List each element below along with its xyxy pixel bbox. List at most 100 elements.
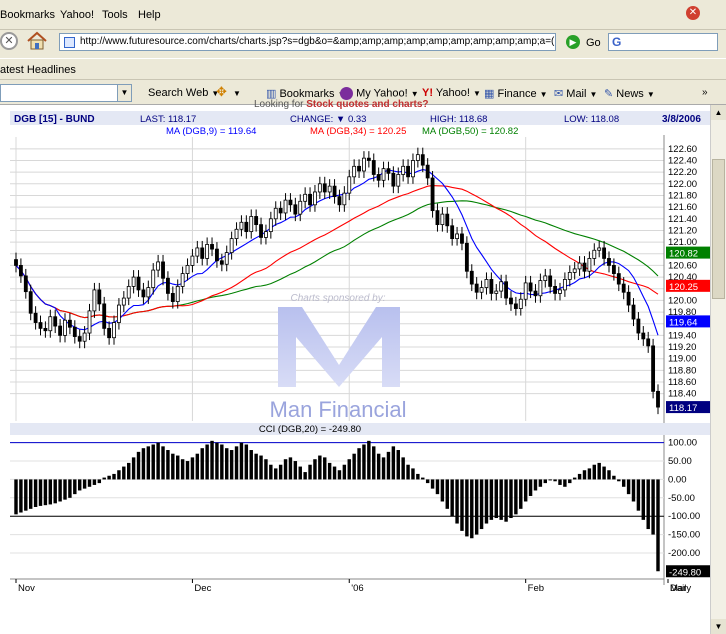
last-value: LAST: 118.17 (140, 114, 196, 125)
cci-tick-label: -50.00 (668, 493, 695, 504)
cci-bar (489, 479, 494, 520)
candle (543, 268, 548, 288)
mail-button[interactable]: ✉ Mail ▼ (554, 87, 597, 100)
candle-body-up (499, 281, 504, 292)
stop-icon[interactable]: ✕ (0, 32, 18, 50)
candle-body-up (352, 165, 357, 178)
candle (567, 265, 572, 287)
candle (479, 280, 484, 300)
candle-body-down (651, 345, 656, 392)
candle-body-up (146, 287, 151, 298)
cci-bar (298, 466, 302, 480)
cci-plot (14, 440, 660, 572)
candle-body-down (102, 303, 107, 329)
scroll-up-icon[interactable]: ▲ (711, 105, 726, 120)
cci-bar (28, 479, 33, 509)
candle (28, 284, 33, 321)
google-search-input[interactable]: G (608, 33, 718, 51)
candle-body-up (249, 216, 254, 233)
go-button[interactable]: Go (586, 37, 601, 49)
candle (362, 151, 366, 178)
url-text: http://www.futuresource.com/charts/chart… (80, 36, 555, 47)
candle (23, 268, 28, 299)
close-window-icon[interactable]: ✕ (686, 6, 700, 20)
candle-body-up (205, 244, 210, 259)
cci-bar (274, 468, 278, 480)
finance-button[interactable]: ▦ Finance ▼ (484, 87, 548, 100)
ma34-label: MA (DGB,34) = 120.25 (310, 126, 406, 137)
vertical-scrollbar[interactable]: ▲ ▼ (710, 105, 726, 634)
sponsor-text: Charts sponsored by: (290, 293, 385, 304)
cci-bar (337, 470, 342, 480)
menu-help[interactable]: Help (138, 9, 161, 21)
scroll-down-icon[interactable]: ▼ (711, 619, 726, 634)
cci-tick-label: -100.00 (668, 511, 700, 522)
candle-body-up (303, 193, 308, 202)
candle (161, 254, 165, 286)
candle (352, 159, 357, 184)
search-web-button[interactable]: Search Web ▼ (148, 87, 219, 99)
menu-tools[interactable]: Tools (102, 9, 128, 21)
compass-icon[interactable]: ✥ (216, 84, 227, 100)
candle-body-down (548, 275, 553, 287)
candle-body-down (464, 242, 469, 272)
cci-bar (156, 442, 160, 480)
cci-bar (205, 444, 209, 480)
ma9-label: MA (DGB,9) = 119.64 (166, 126, 256, 137)
news-icon: ✎ (604, 88, 614, 100)
cci-bar (528, 479, 533, 496)
cci-bar (176, 455, 180, 480)
cci-bar (342, 464, 347, 480)
candle-body-down (621, 283, 626, 293)
go-arrow-icon[interactable]: ▶ (566, 35, 580, 49)
candle-body-down (136, 276, 141, 291)
news-button[interactable]: ✎ News ▼ (604, 87, 655, 100)
candle-body-up (577, 262, 582, 270)
candle (87, 303, 92, 341)
cci-bar (533, 479, 538, 491)
yahoo-search-input[interactable]: ▼ (0, 84, 132, 102)
mail-label: Mail (566, 88, 587, 100)
cci-bar (445, 479, 449, 509)
cci-bar (97, 479, 102, 484)
candle (254, 209, 259, 232)
home-icon[interactable] (26, 31, 48, 51)
candle-body-up (558, 289, 562, 294)
cci-bar (264, 459, 268, 480)
menu-yahoo[interactable]: Yahoo! (60, 9, 94, 21)
cci-bar (102, 477, 106, 480)
cci-bar (631, 479, 636, 502)
cci-bar (484, 479, 489, 524)
chevron-down-icon[interactable]: ▼ (117, 85, 131, 101)
candle-body-up (151, 269, 156, 288)
candle-body-up (131, 276, 136, 287)
cci-bar (499, 479, 503, 520)
candle-body-down (332, 185, 337, 198)
url-input[interactable]: http://www.futuresource.com/charts/chart… (59, 33, 556, 51)
cci-bar (161, 446, 165, 480)
toolbar-overflow-icon[interactable]: » (702, 87, 708, 98)
cci-bar (656, 479, 660, 572)
cci-bar (229, 450, 234, 480)
candle-body-down (58, 325, 63, 336)
candle-body-down (631, 304, 636, 320)
candle (587, 251, 592, 279)
candle-body-up (347, 176, 352, 194)
candle (577, 256, 582, 276)
candle-body-down (616, 273, 621, 285)
candle (509, 291, 513, 311)
scroll-thumb[interactable] (712, 159, 725, 299)
dropdown-icon[interactable]: ▼ (233, 87, 241, 99)
cci-bar (582, 470, 587, 480)
yahoo-button[interactable]: Y! Yahoo! ▼ (422, 87, 481, 99)
candle-body-up (126, 286, 131, 299)
candle-body-down (107, 327, 112, 339)
cci-bar (587, 468, 592, 480)
x-tick-label: Feb (528, 583, 544, 594)
low-value: LOW: 118.08 (564, 114, 619, 125)
menu-bookmarks[interactable]: Bookmarks (0, 9, 55, 21)
cci-bar (146, 446, 151, 480)
cci-bar (411, 468, 415, 480)
latest-headlines-link[interactable]: atest Headlines (0, 64, 76, 76)
candle-body-down (166, 277, 170, 294)
